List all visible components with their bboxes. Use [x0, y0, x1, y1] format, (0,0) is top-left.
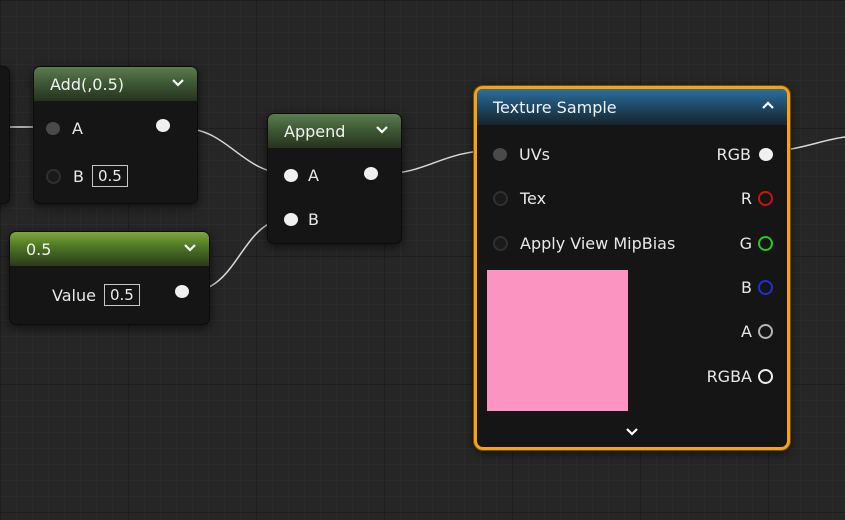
r-pin-icon[interactable] [758, 191, 773, 206]
append-pin-b-label: B [308, 210, 319, 229]
a-pin-icon[interactable] [758, 324, 773, 339]
add-pin-b-row[interactable]: B 0.5 [46, 165, 128, 187]
uvs-label: UVs [519, 145, 550, 164]
output-pin-b[interactable]: B [741, 278, 773, 297]
rgba-label: RGBA [706, 367, 752, 386]
append-output-pin-icon[interactable] [364, 167, 378, 180]
r-label: R [740, 189, 752, 208]
add-pin-a-icon[interactable] [46, 122, 60, 135]
a-label: A [741, 322, 752, 341]
chevron-down-icon[interactable] [169, 74, 187, 92]
chevron-down-icon[interactable] [623, 423, 641, 441]
output-pin-a[interactable]: A [741, 322, 773, 341]
tex-pin-icon[interactable] [493, 191, 508, 206]
b-pin-icon[interactable] [758, 280, 773, 295]
constant-value-label: Value [52, 285, 96, 305]
chevron-down-icon[interactable] [373, 121, 391, 139]
mipbias-pin-icon[interactable] [493, 236, 508, 251]
uvs-pin-icon[interactable] [493, 148, 507, 161]
append-pin-b-row[interactable]: B [284, 210, 319, 229]
offscreen-node[interactable] [0, 66, 10, 204]
add-pin-b-icon[interactable] [46, 168, 61, 184]
constant-node[interactable]: 0.5 Value 0.5 [9, 231, 210, 325]
b-label: B [741, 278, 752, 297]
chevron-down-icon[interactable] [181, 239, 199, 257]
add-node-header[interactable]: Add(,0.5) [34, 67, 197, 101]
add-b-value-field[interactable]: 0.5 [91, 165, 128, 187]
constant-value-field[interactable]: 0.5 [103, 284, 140, 306]
output-pin-g[interactable]: G [740, 234, 773, 253]
input-pin-uvs[interactable]: UVs [493, 145, 550, 164]
append-node-header[interactable]: Append [268, 114, 401, 148]
add-output-pin[interactable] [156, 119, 170, 132]
add-node[interactable]: Add(,0.5) A B 0.5 [33, 66, 198, 204]
append-pin-a-label: A [308, 166, 319, 185]
input-pin-apply-view-mipbias[interactable]: Apply View MipBias [493, 234, 675, 253]
rgba-pin-icon[interactable] [758, 369, 773, 384]
add-pin-b-label: B [73, 166, 84, 186]
append-output-pin[interactable] [364, 167, 378, 180]
constant-node-header[interactable]: 0.5 [10, 232, 209, 266]
output-pin-r[interactable]: R [741, 189, 773, 208]
constant-node-title: 0.5 [26, 239, 52, 259]
texture-sample-node[interactable]: Texture Sample UVs Tex Apply View MipBia… [474, 86, 790, 450]
texture-preview [487, 270, 628, 411]
add-node-title: Add(,0.5) [50, 74, 124, 94]
append-node-title: Append [284, 121, 346, 141]
texture-sample-header[interactable]: Texture Sample [477, 89, 787, 125]
input-pin-tex[interactable]: Tex [493, 189, 546, 208]
constant-output-pin[interactable] [175, 285, 189, 298]
output-pin-rgba[interactable]: RGBA [707, 367, 773, 386]
tex-label: Tex [520, 189, 547, 208]
g-pin-icon[interactable] [758, 236, 773, 251]
add-output-pin-icon[interactable] [156, 119, 170, 132]
chevron-up-icon[interactable] [759, 96, 777, 114]
g-label: G [739, 234, 752, 253]
output-pin-rgb[interactable]: RGB [716, 145, 773, 164]
rgb-label: RGB [716, 145, 752, 164]
append-pin-a-row[interactable]: A [284, 166, 319, 185]
mipbias-label: Apply View MipBias [520, 234, 676, 253]
append-node[interactable]: Append A B [267, 113, 402, 244]
constant-value-row: Value 0.5 [52, 284, 140, 306]
add-pin-a-row[interactable]: A [46, 119, 83, 138]
constant-output-pin-icon[interactable] [175, 285, 189, 298]
texture-sample-title: Texture Sample [493, 97, 617, 117]
add-pin-a-label: A [72, 119, 83, 138]
rgb-pin-icon[interactable] [759, 148, 773, 161]
append-pin-b-icon[interactable] [284, 213, 298, 226]
append-pin-a-icon[interactable] [284, 169, 298, 182]
